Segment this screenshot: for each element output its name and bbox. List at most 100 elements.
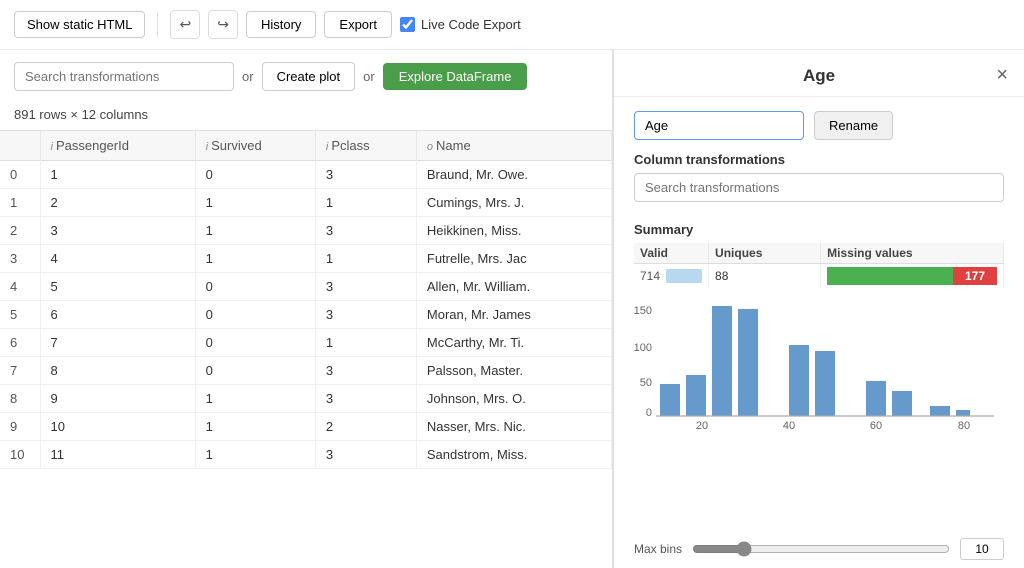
- explore-dataframe-button[interactable]: Explore DataFrame: [383, 63, 528, 90]
- hist-bar-8: [892, 391, 912, 416]
- redo-button[interactable]: ↪: [208, 10, 238, 39]
- cell-pclass: 3: [315, 385, 416, 413]
- cell-survived: 1: [195, 441, 315, 469]
- cell-idx: 5: [0, 301, 40, 329]
- cell-survived: 1: [195, 217, 315, 245]
- rename-input[interactable]: [634, 111, 804, 140]
- summary-valid-header: Valid: [634, 243, 709, 264]
- cell-passengerid: 1: [40, 161, 195, 189]
- cell-name: Allen, Mr. William.: [416, 273, 611, 301]
- histogram-svg: 150 100 50 0: [634, 296, 1004, 441]
- undo-button[interactable]: ↩: [170, 10, 200, 39]
- cell-survived: 1: [195, 385, 315, 413]
- summary-uniques-cell: 88: [709, 264, 821, 289]
- col-header-passengerid: iPassengerId: [40, 131, 195, 161]
- cell-pclass: 2: [315, 413, 416, 441]
- table-row: 91012Nasser, Mrs. Nic.: [0, 413, 612, 441]
- table-row: 1211Cumings, Mrs. J.: [0, 189, 612, 217]
- cell-idx: 9: [0, 413, 40, 441]
- or-text-2: or: [363, 69, 375, 84]
- x-label-60: 60: [870, 420, 882, 432]
- top-bar: Show static HTML ↩ ↪ History Export Live…: [0, 0, 1024, 50]
- y-label-50: 50: [640, 377, 652, 389]
- cell-idx: 1: [0, 189, 40, 217]
- right-panel: Age × Rename Column transformations Summ…: [612, 50, 1024, 568]
- table-row: 6701McCarthy, Mr. Ti.: [0, 329, 612, 357]
- missing-red-bar: 177: [953, 267, 997, 285]
- summary-title: Summary: [634, 222, 1004, 237]
- cell-survived: 1: [195, 189, 315, 217]
- table-body: 0103Braund, Mr. Owe.1211Cumings, Mrs. J.…: [0, 161, 612, 469]
- table-row: 8913Johnson, Mrs. O.: [0, 385, 612, 413]
- cell-idx: 3: [0, 245, 40, 273]
- create-plot-button[interactable]: Create plot: [262, 62, 356, 91]
- rp-close-button[interactable]: ×: [996, 64, 1008, 87]
- data-table: iPassengerId iSurvived iPclass oName 010…: [0, 131, 612, 469]
- cell-survived: 1: [195, 413, 315, 441]
- missing-bg-bar: [827, 267, 953, 285]
- missing-value: 177: [965, 269, 985, 283]
- cell-name: Johnson, Mrs. O.: [416, 385, 611, 413]
- live-code-checkbox[interactable]: [400, 17, 415, 32]
- table-row: 5603Moran, Mr. James: [0, 301, 612, 329]
- cell-idx: 7: [0, 357, 40, 385]
- table-header-row: iPassengerId iSurvived iPclass oName: [0, 131, 612, 161]
- cell-name: Cumings, Mrs. J.: [416, 189, 611, 217]
- live-code-label: Live Code Export: [421, 17, 521, 32]
- cell-name: Braund, Mr. Owe.: [416, 161, 611, 189]
- col-transforms-label: Column transformations: [614, 148, 1024, 173]
- table-row: 3411Futrelle, Mrs. Jac: [0, 245, 612, 273]
- x-label-80: 80: [958, 420, 970, 432]
- hist-bar-7: [866, 381, 886, 416]
- summary-section: Summary Valid Uniques Missing values 714: [614, 214, 1024, 288]
- summary-valid-value: 714: [640, 269, 660, 283]
- or-text-1: or: [242, 69, 254, 84]
- valid-bar: [666, 269, 702, 283]
- maxbins-slider[interactable]: [692, 541, 950, 557]
- hist-bar-10: [956, 410, 970, 416]
- history-button[interactable]: History: [246, 11, 316, 38]
- cell-pclass: 3: [315, 273, 416, 301]
- table-row: 101113Sandstrom, Miss.: [0, 441, 612, 469]
- export-button[interactable]: Export: [324, 11, 392, 38]
- maxbins-value-input[interactable]: [960, 538, 1004, 560]
- cell-idx: 0: [0, 161, 40, 189]
- cell-name: Nasser, Mrs. Nic.: [416, 413, 611, 441]
- search-transformations-input[interactable]: [14, 62, 234, 91]
- hist-bar-3: [712, 306, 732, 416]
- hist-bar-6: [815, 351, 835, 416]
- cell-name: Heikkinen, Miss.: [416, 217, 611, 245]
- cell-pclass: 1: [315, 245, 416, 273]
- col-header-pclass: iPclass: [315, 131, 416, 161]
- rename-button[interactable]: Rename: [814, 111, 893, 140]
- cell-survived: 0: [195, 301, 315, 329]
- col-header-index: [0, 131, 40, 161]
- cell-pclass: 1: [315, 329, 416, 357]
- hist-bar-9: [930, 406, 950, 416]
- hist-bar-4: [738, 309, 758, 416]
- data-table-wrap: iPassengerId iSurvived iPclass oName 010…: [0, 130, 612, 469]
- y-label-150: 150: [634, 305, 652, 317]
- summary-uniques-header: Uniques: [709, 243, 821, 264]
- table-row: 4503Allen, Mr. William.: [0, 273, 612, 301]
- summary-valid-cell: 714: [634, 264, 709, 289]
- y-label-0: 0: [646, 407, 652, 419]
- summary-table: Valid Uniques Missing values 714 88: [634, 243, 1004, 288]
- cell-passengerid: 5: [40, 273, 195, 301]
- rp-rename-row: Rename: [614, 97, 1024, 148]
- table-row: 7803Palsson, Master.: [0, 357, 612, 385]
- cell-passengerid: 3: [40, 217, 195, 245]
- cell-idx: 6: [0, 329, 40, 357]
- cell-survived: 1: [195, 245, 315, 273]
- cell-idx: 4: [0, 273, 40, 301]
- show-static-button[interactable]: Show static HTML: [14, 11, 145, 38]
- cell-idx: 2: [0, 217, 40, 245]
- cell-passengerid: 10: [40, 413, 195, 441]
- cell-name: Futrelle, Mrs. Jac: [416, 245, 611, 273]
- cell-pclass: 3: [315, 161, 416, 189]
- histogram-section: 150 100 50 0: [614, 288, 1024, 532]
- rp-search-input[interactable]: [634, 173, 1004, 202]
- x-label-40: 40: [783, 420, 795, 432]
- table-row: 0103Braund, Mr. Owe.: [0, 161, 612, 189]
- col-header-name: oName: [416, 131, 611, 161]
